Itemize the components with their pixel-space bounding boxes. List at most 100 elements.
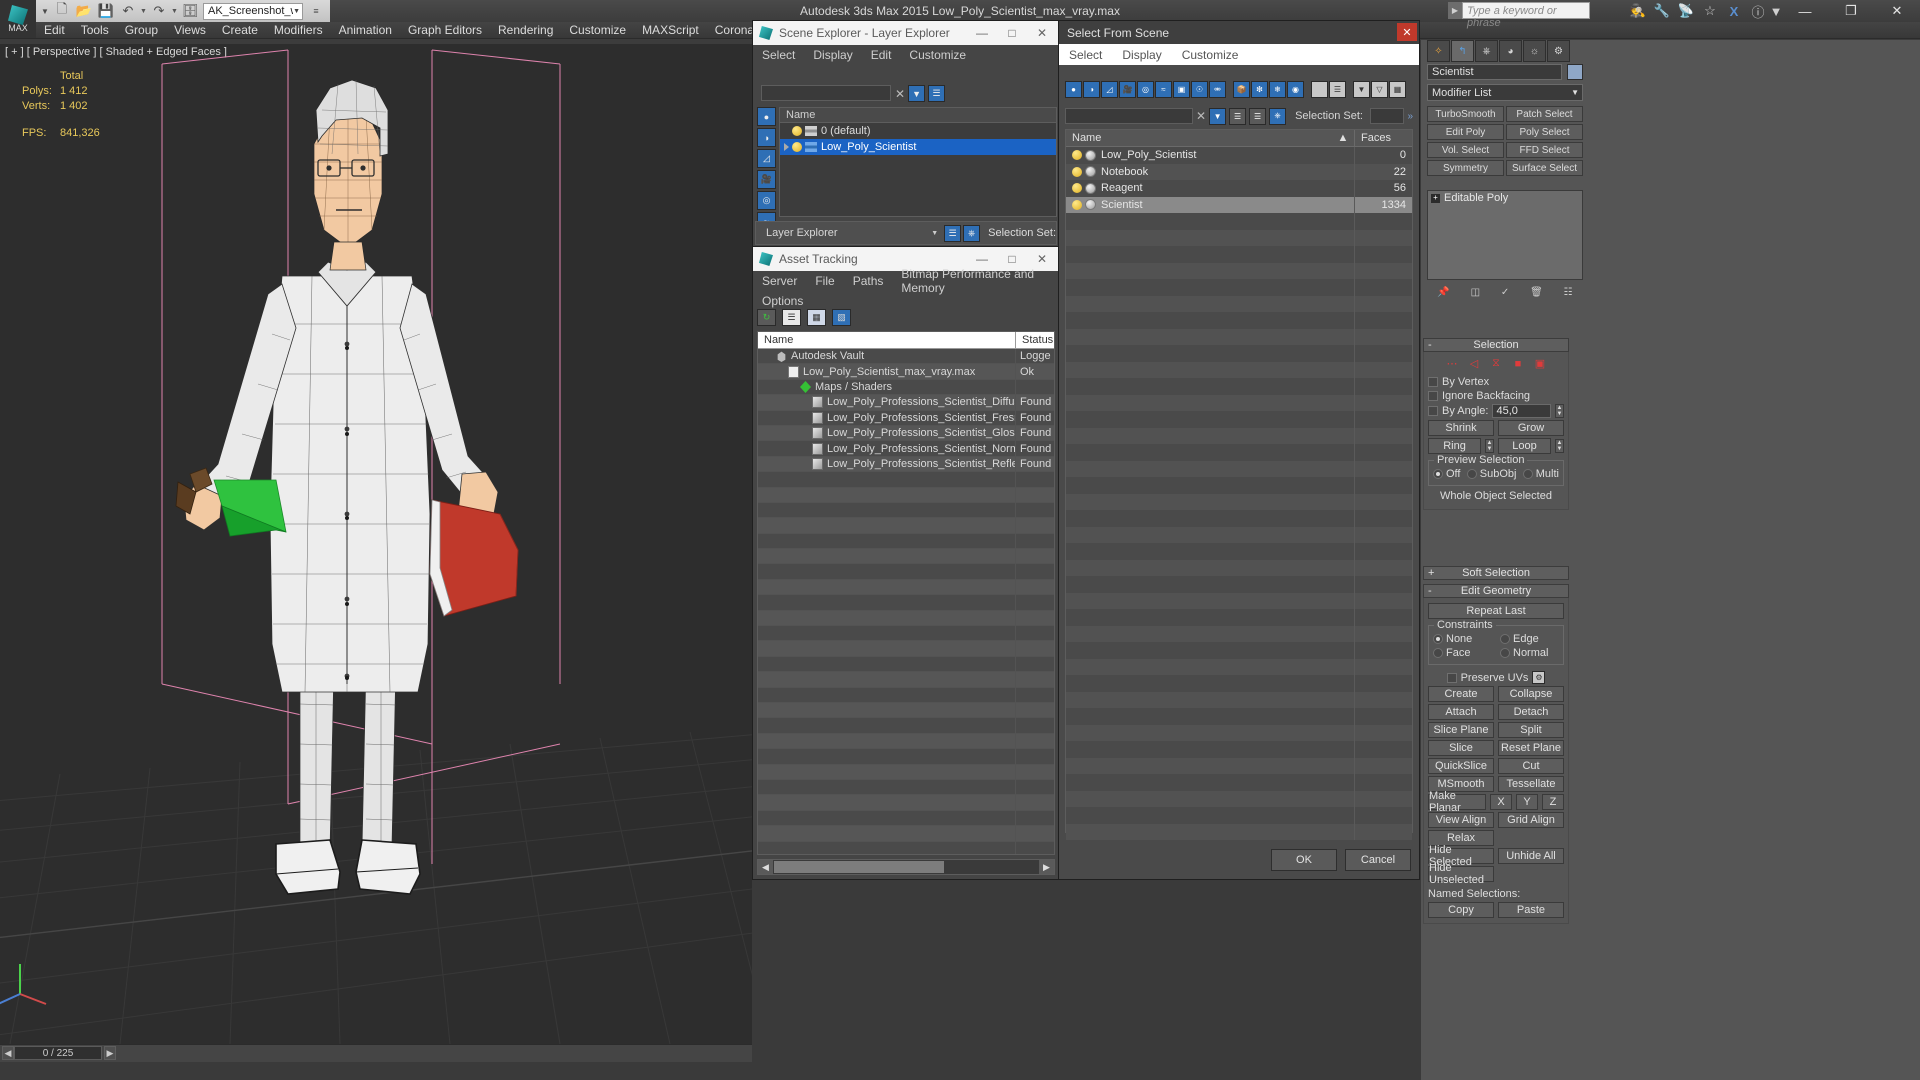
display-layers-icon[interactable]: ☰ [928, 85, 945, 102]
preview-off-radio[interactable] [1433, 469, 1443, 479]
button-reset-plane[interactable]: Reset Plane [1498, 740, 1564, 756]
constraint-normal-radio[interactable] [1500, 648, 1510, 658]
xrefs-filter-icon[interactable]: ☉ [1191, 81, 1208, 98]
select-from-scene-titlebar[interactable]: Select From Scene ✕ [1059, 21, 1419, 44]
repeat-last-button[interactable]: Repeat Last [1428, 603, 1564, 619]
menu-item-animation[interactable]: Animation [331, 22, 400, 38]
layers-stack-icon[interactable]: ☰ [1229, 108, 1246, 125]
button-collapse[interactable]: Collapse [1498, 686, 1564, 702]
scene-explorer-column-name[interactable]: Name [780, 108, 1056, 123]
scene-object-row[interactable]: Notebook22 [1066, 164, 1412, 181]
button-cut[interactable]: Cut [1498, 758, 1564, 774]
preserve-uvs-row[interactable]: Preserve UVs ⚙ [1428, 671, 1564, 684]
scene-column-name[interactable]: Name [1066, 130, 1332, 146]
loop-button[interactable]: Loop [1498, 438, 1551, 454]
ss-menu-customize[interactable]: Customize [1172, 48, 1249, 62]
modifier-button-poly-select[interactable]: Poly Select [1506, 124, 1583, 140]
cameras-filter-icon[interactable]: 🎥 [1119, 81, 1136, 98]
asset-table-hscrollbar[interactable]: ◀ ▶ [757, 859, 1055, 875]
help-icon[interactable]: ⓘ [1746, 0, 1770, 22]
display-children-icon[interactable]: 📦 [1233, 81, 1250, 98]
se-menu-edit[interactable]: Edit [862, 48, 901, 62]
chevron-right-icon[interactable]: ▶ [1039, 860, 1054, 874]
button-attach[interactable]: Attach [1428, 704, 1494, 720]
asset-tracking-window[interactable]: Asset Tracking — □ ✕ ServerFilePathsBitm… [752, 246, 1060, 880]
scrollbar-thumb[interactable] [774, 861, 944, 873]
customize-qat-icon[interactable]: ≡ [305, 1, 327, 21]
constraint-face-radio[interactable] [1433, 648, 1443, 658]
asset-row[interactable]: Low_Poly_Professions_Scientist_Normal.pn… [758, 441, 1054, 456]
preview-subobj-option[interactable]: SubObj [1467, 468, 1517, 480]
save-file-icon[interactable]: 💾 [95, 1, 117, 21]
modifier-list-dropdown[interactable]: Modifier List ▼ [1427, 84, 1583, 101]
preview-multi-radio[interactable] [1523, 469, 1533, 479]
collapse-all-icon[interactable]: ☰ [1329, 81, 1346, 98]
scene-column-faces[interactable]: Faces [1354, 130, 1412, 146]
constraint-none-option[interactable]: None [1433, 633, 1496, 645]
modifier-button-symmetry[interactable]: Symmetry [1427, 160, 1504, 176]
hidden-icon[interactable]: ◉ [1287, 81, 1304, 98]
x-icon[interactable]: ✕ [895, 87, 905, 101]
scene-explorer-layer-list[interactable]: Name 0 (default)Low_Poly_Scientist [779, 107, 1057, 217]
columns-icon[interactable]: ▦ [1389, 81, 1406, 98]
expand-triangle-icon[interactable] [784, 143, 789, 151]
scene-3d-model[interactable] [0, 44, 752, 1044]
by-vertex-row[interactable]: By Vertex [1428, 376, 1564, 388]
selection-set-input[interactable] [1370, 108, 1405, 124]
utilities-tab-icon[interactable]: ⚙ [1547, 40, 1570, 62]
button-tessellate[interactable]: Tessellate [1498, 776, 1564, 792]
light-bulb-icon[interactable] [792, 142, 802, 152]
set-project-folder-icon[interactable]: 🗄 [179, 1, 201, 21]
se-menu-select[interactable]: Select [753, 48, 804, 62]
satellite-dish-icon[interactable]: 📡 [1674, 0, 1698, 22]
scene-explorer-search-input[interactable] [761, 85, 891, 101]
perspective-viewport[interactable]: [ + ] [ Perspective ] [ Shaded + Edged F… [0, 44, 752, 1044]
helpers-icon[interactable]: ◎ [757, 191, 776, 210]
object-color-swatch[interactable] [1567, 64, 1583, 80]
rollout-selection-header[interactable]: - Selection [1423, 338, 1569, 352]
chevron-down-icon[interactable]: ▼ [1571, 85, 1579, 101]
menu-item-views[interactable]: Views [166, 22, 214, 38]
menu-item-maxscript[interactable]: MAXScript [634, 22, 707, 38]
remove-modifier-icon[interactable]: 🗑 [1530, 287, 1543, 298]
ring-spinner[interactable]: ▲▼ [1485, 439, 1494, 453]
modifier-button-ffd-select[interactable]: FFD Select [1506, 142, 1583, 158]
layer-row[interactable]: Low_Poly_Scientist [780, 139, 1056, 155]
space-warps-filter-icon[interactable]: ≈ [1155, 81, 1172, 98]
redo-dropdown-icon[interactable]: ▼ [170, 1, 179, 21]
x-logo-icon[interactable]: X [1722, 0, 1746, 22]
show-end-result-icon[interactable]: ◫ [1471, 287, 1480, 298]
workspace-selector[interactable]: AK_Screenshot_wrksp ▼ [203, 3, 303, 20]
at-menu-file[interactable]: File [806, 274, 843, 288]
at-menu-bitmap-performance-and-memory[interactable]: Bitmap Performance and Memory [892, 267, 1059, 295]
app-menu-dropdown-icon[interactable]: ▼ [39, 1, 51, 21]
asset-row[interactable]: Low_Poly_Professions_Scientist_Fresnel.p… [758, 411, 1054, 426]
preserve-uvs-checkbox[interactable] [1447, 673, 1457, 683]
by-angle-spinner[interactable]: ▲▼ [1555, 404, 1564, 418]
cameras-icon[interactable]: 🎥 [757, 170, 776, 189]
by-angle-row[interactable]: By Angle: 45,0 ▲▼ [1428, 404, 1564, 418]
button-view-align[interactable]: View Align [1428, 812, 1494, 828]
constraint-none-radio[interactable] [1433, 634, 1443, 644]
selection-filter-icon[interactable]: ▼ [1209, 108, 1226, 125]
button-z[interactable]: Z [1542, 794, 1564, 810]
previous-frame-button[interactable]: ◀ [2, 1046, 14, 1060]
preview-multi-option[interactable]: Multi [1523, 468, 1559, 480]
modifier-button-turbosmooth[interactable]: TurboSmooth [1427, 106, 1504, 122]
settings-icon[interactable]: ⚙ [1532, 671, 1545, 684]
filter-selected-icon[interactable]: ▼ [908, 85, 925, 102]
at-menu-paths[interactable]: Paths [844, 274, 893, 288]
next-frame-button[interactable]: ▶ [104, 1046, 116, 1060]
groups-filter-icon[interactable]: ▣ [1173, 81, 1190, 98]
loop-spinner[interactable]: ▲▼ [1555, 439, 1564, 453]
shapes-filter-icon[interactable]: ◑ [1083, 81, 1100, 98]
menu-item-edit[interactable]: Edit [36, 22, 73, 38]
asset-row[interactable]: Low_Poly_Professions_Scientist_Reflect.p… [758, 457, 1054, 472]
maximize-icon[interactable]: □ [997, 22, 1027, 44]
asset-column-status[interactable]: Status [1016, 332, 1054, 348]
asset-row[interactable]: Maps / Shaders [758, 380, 1054, 395]
at-menu-server[interactable]: Server [753, 274, 806, 288]
list-view-icon[interactable]: ☰ [782, 309, 801, 326]
modifier-button-vol-select[interactable]: Vol. Select [1427, 142, 1504, 158]
hierarchy-tree-icon[interactable]: ⎈ [1269, 108, 1286, 125]
